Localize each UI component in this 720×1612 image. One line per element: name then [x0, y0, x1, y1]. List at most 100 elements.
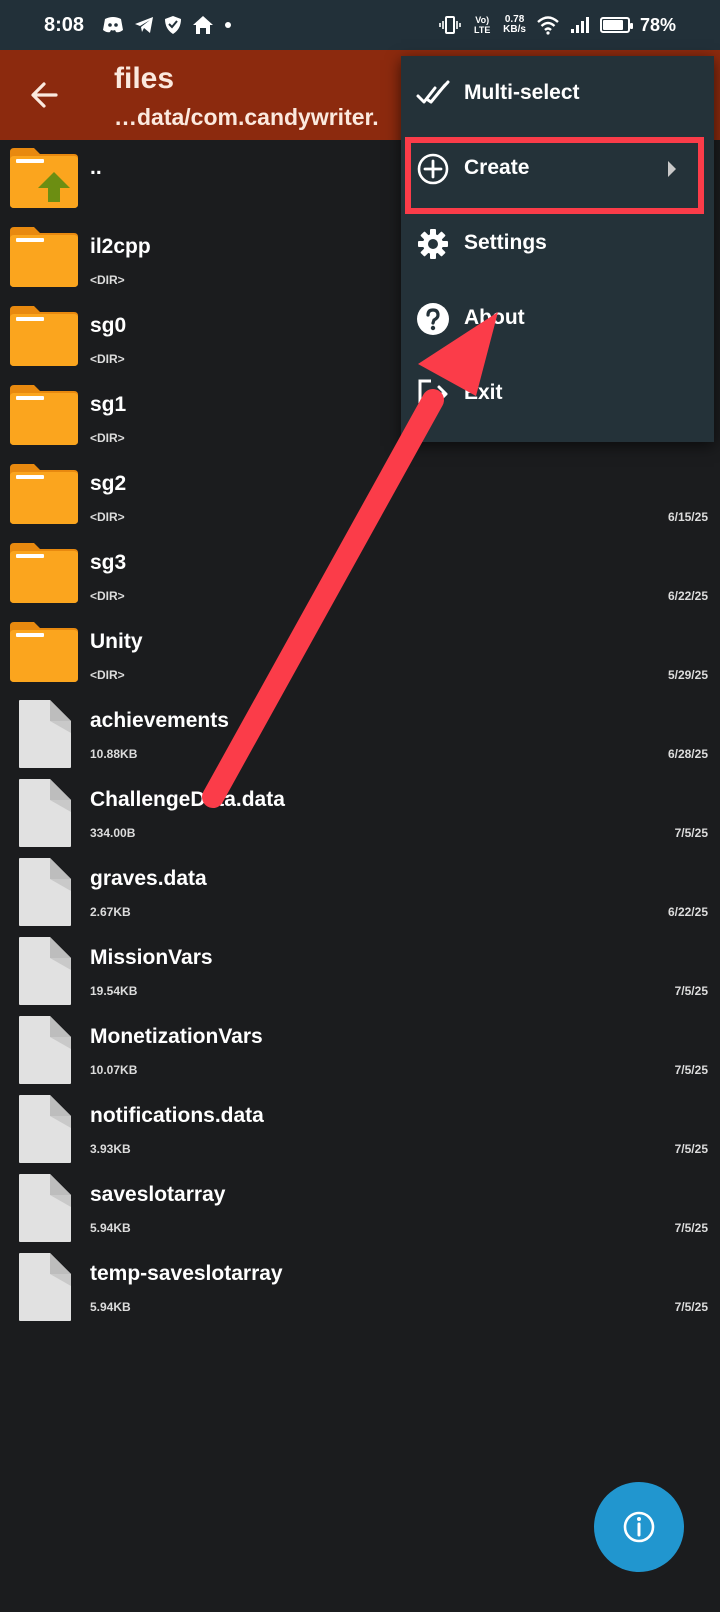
- volte-indicator: Vo) LTE: [474, 15, 491, 35]
- file-name: temp-saveslotarray: [90, 1262, 283, 1285]
- file-icon: [19, 700, 71, 768]
- file-date: 7/5/25: [674, 1142, 708, 1156]
- file-meta: 2.67KB: [90, 905, 131, 919]
- file-row[interactable]: MonetizationVars 10.07KB 7/5/25: [0, 1009, 720, 1088]
- annotation-highlight-box: [405, 137, 704, 214]
- exit-icon: [418, 379, 448, 409]
- file-icon: [19, 779, 71, 847]
- dot-icon: [225, 22, 232, 28]
- net-speed-unit: KB/s: [503, 24, 526, 35]
- file-name: MissionVars: [90, 946, 213, 969]
- file-date: 7/5/25: [674, 1221, 708, 1235]
- file-row[interactable]: saveslotarray 5.94KB 7/5/25: [0, 1167, 720, 1246]
- file-row[interactable]: notifications.data 3.93KB 7/5/25: [0, 1088, 720, 1167]
- battery-percent: 78%: [639, 14, 676, 35]
- file-date: 5/29/25: [667, 668, 708, 682]
- signal-icon: [570, 17, 589, 33]
- menu-item-about[interactable]: About: [401, 281, 714, 358]
- file-meta: <DIR>: [90, 431, 125, 445]
- file-icon: [19, 1095, 71, 1163]
- menu-item-label: Exit: [464, 381, 503, 404]
- file-row[interactable]: MissionVars 19.54KB 7/5/25: [0, 930, 720, 1009]
- file-icon: [19, 1253, 71, 1321]
- folder-row[interactable]: sg3 <DIR> 6/22/25: [0, 535, 720, 614]
- battery-icon: [599, 17, 633, 33]
- file-date: 7/5/25: [674, 1300, 708, 1314]
- file-name: notifications.data: [90, 1104, 264, 1127]
- folder-row[interactable]: Unity <DIR> 5/29/25: [0, 614, 720, 693]
- file-meta: <DIR>: [90, 273, 125, 287]
- status-bar: 8:08 Vo) LTE 0.78 KB/s 78%: [0, 0, 720, 50]
- net-speed: 0.78 KB/s: [503, 15, 526, 35]
- parent-folder-icon: [10, 148, 78, 208]
- notification-icons: [102, 15, 232, 35]
- file-name: il2cpp: [90, 235, 151, 258]
- file-name: sg2: [90, 472, 127, 495]
- file-meta: <DIR>: [90, 589, 125, 603]
- file-name: sg1: [90, 393, 127, 416]
- file-date: 6/15/25: [667, 510, 708, 524]
- file-meta: 10.88KB: [90, 747, 138, 761]
- wifi-icon: [537, 16, 559, 35]
- menu-item-multi-select[interactable]: Multi-select: [401, 56, 714, 133]
- file-icon: [19, 937, 71, 1005]
- folder-icon: [10, 385, 78, 445]
- folder-icon: [10, 622, 78, 682]
- status-right: Vo) LTE 0.78 KB/s 78%: [439, 0, 676, 50]
- folder-icon: [10, 464, 78, 524]
- menu-item-settings[interactable]: Settings: [401, 206, 714, 283]
- gear-icon: [418, 229, 448, 259]
- double-check-icon: [416, 80, 450, 104]
- info-icon: [623, 1511, 655, 1543]
- file-name: sg0: [90, 314, 127, 337]
- info-fab-button[interactable]: [594, 1482, 684, 1572]
- menu-item-label: Settings: [464, 231, 547, 254]
- page-title: files: [114, 62, 175, 95]
- folder-row[interactable]: sg2 <DIR> 6/15/25: [0, 456, 720, 535]
- file-row[interactable]: ChallengeData.data 334.00B 7/5/25: [0, 772, 720, 851]
- status-time: 8:08: [44, 13, 85, 36]
- file-meta: 3.93KB: [90, 1142, 131, 1156]
- file-meta: 19.54KB: [90, 984, 138, 998]
- file-date: 7/5/25: [674, 826, 708, 840]
- menu-item-label: Multi-select: [464, 81, 580, 104]
- current-path: …data/com.candywriter.: [114, 104, 379, 130]
- file-meta: 334.00B: [90, 826, 136, 840]
- file-icon: [19, 858, 71, 926]
- arrow-left-icon[interactable]: [24, 72, 70, 118]
- home-icon: [193, 16, 214, 34]
- folder-icon: [10, 227, 78, 287]
- file-name: saveslotarray: [90, 1183, 226, 1206]
- discord-icon: [103, 17, 124, 33]
- list-empty-area: [0, 1325, 720, 1612]
- menu-item-exit[interactable]: Exit: [401, 356, 714, 433]
- file-row[interactable]: temp-saveslotarray 5.94KB 7/5/25: [0, 1246, 720, 1325]
- file-meta: <DIR>: [90, 352, 125, 366]
- overflow-menu: Multi-select Create Settings About Exit: [401, 56, 714, 442]
- file-icon: [19, 1016, 71, 1084]
- file-meta: 10.07KB: [90, 1063, 138, 1077]
- file-name: sg3: [90, 551, 127, 574]
- folder-icon: [10, 543, 78, 603]
- telegram-icon: [135, 17, 154, 33]
- file-name: achievements: [90, 709, 229, 732]
- file-name: ..: [90, 156, 102, 179]
- shield-icon: [165, 16, 182, 34]
- file-date: 7/5/25: [674, 984, 708, 998]
- file-row[interactable]: achievements 10.88KB 6/28/25: [0, 693, 720, 772]
- vibrate-icon: [439, 16, 461, 34]
- file-name: Unity: [90, 630, 143, 653]
- folder-icon: [10, 306, 78, 366]
- file-date: 6/22/25: [667, 589, 708, 603]
- file-meta: 5.94KB: [90, 1221, 131, 1235]
- help-circle-icon: [417, 303, 449, 335]
- file-name: MonetizationVars: [90, 1025, 263, 1048]
- menu-item-label: About: [464, 306, 525, 329]
- file-meta: <DIR>: [90, 668, 125, 682]
- file-name: ChallengeData.data: [90, 788, 285, 811]
- file-icon: [19, 1174, 71, 1242]
- file-date: 7/5/25: [674, 1063, 708, 1077]
- file-date: 6/22/25: [667, 905, 708, 919]
- file-row[interactable]: graves.data 2.67KB 6/22/25: [0, 851, 720, 930]
- file-name: graves.data: [90, 867, 207, 890]
